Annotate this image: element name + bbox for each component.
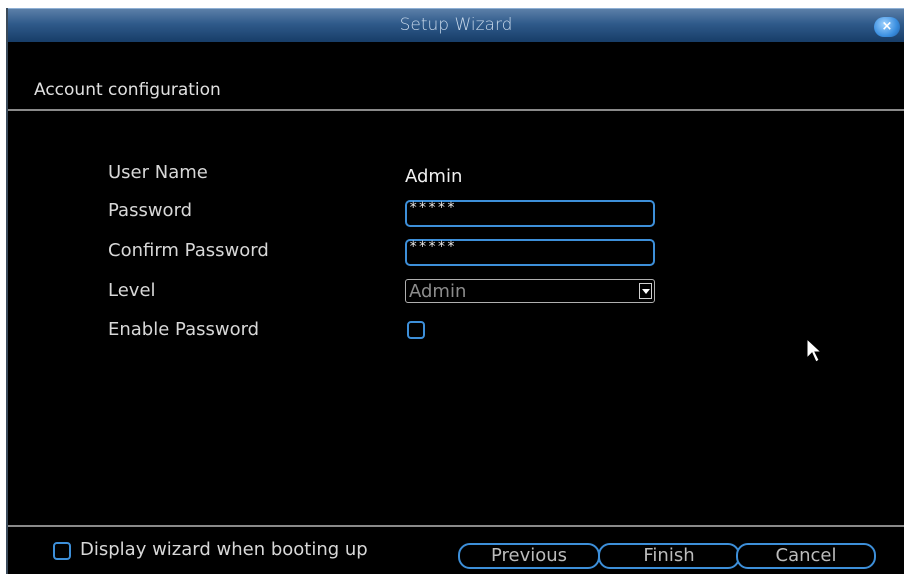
confirm-password-input[interactable]: ***** (405, 239, 655, 266)
close-button[interactable]: × (874, 17, 900, 37)
display-wizard-label: Display wizard when booting up (80, 539, 368, 560)
chevron-down-icon[interactable] (639, 283, 652, 299)
username-label: User Name (108, 162, 208, 183)
level-select[interactable]: Admin (405, 279, 655, 303)
footer-divider (8, 525, 904, 527)
level-select-value: Admin (409, 281, 467, 302)
enable-password-checkbox[interactable] (407, 321, 425, 339)
confirm-password-label: Confirm Password (108, 240, 269, 261)
setup-wizard-window: Setup Wizard × Account configuration Use… (6, 8, 904, 574)
username-value: Admin (405, 166, 463, 187)
header-divider (8, 109, 904, 111)
finish-button[interactable]: Finish (598, 543, 740, 569)
title-bar: Setup Wizard × (8, 8, 904, 42)
section-title: Account configuration (34, 80, 221, 100)
password-input[interactable]: ***** (405, 200, 655, 227)
enable-password-label: Enable Password (108, 319, 260, 340)
cancel-button[interactable]: Cancel (736, 543, 876, 569)
password-label: Password (108, 200, 193, 221)
previous-button[interactable]: Previous (458, 543, 600, 569)
level-label: Level (108, 280, 156, 301)
window-title: Setup Wizard (399, 15, 513, 35)
display-wizard-checkbox[interactable] (53, 542, 71, 560)
mouse-pointer-icon (806, 338, 823, 363)
